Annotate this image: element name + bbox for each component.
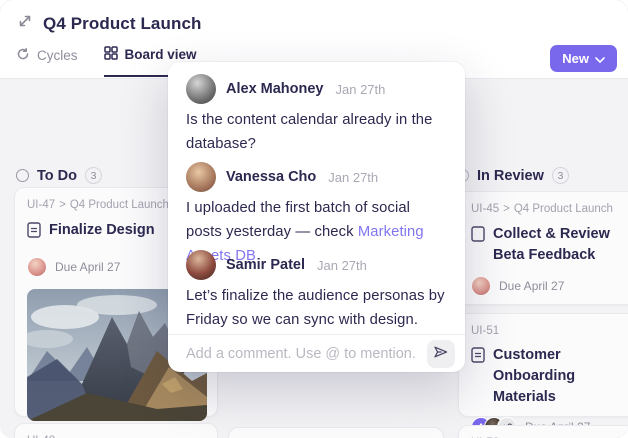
card-project: Q4 Product Launch <box>513 203 613 215</box>
comment-author: Vanessa Cho <box>226 169 317 185</box>
tab-label: Cycles <box>37 48 78 63</box>
comment-date: Jan 27th <box>317 257 367 273</box>
document-icon <box>471 347 485 408</box>
board-grid-icon <box>103 46 118 63</box>
breadcrumb: UI-45 > Q4 Product Launch <box>471 203 627 215</box>
page-title: Q4 Product Launch <box>43 13 202 33</box>
comment-body: Is the content calendar already in the d… <box>186 112 433 152</box>
chevron-down-icon <box>595 51 605 66</box>
cycles-icon <box>16 47 30 64</box>
document-icon <box>27 222 41 245</box>
comment-author: Samir Patel <box>226 257 305 273</box>
due-date: Due April 27 <box>55 260 121 274</box>
comment-date: Jan 27th <box>328 169 379 185</box>
app-window: To Do 3 UI-47 > Q4 Product Launch Finalize… <box>0 0 628 438</box>
column-title: In Review <box>477 167 544 184</box>
document-icon <box>471 226 485 266</box>
card-collect-review-beta[interactable]: UI-45 > Q4 Product Launch Collect & Review… <box>458 191 628 305</box>
column-title: To Do <box>37 167 77 184</box>
avatar <box>186 162 216 192</box>
column-count-badge: 3 <box>85 167 102 184</box>
card-title: Collect & Review Beta Feedback <box>493 226 610 263</box>
comment-date: Jan 27th <box>335 81 386 97</box>
card-id: UI-47 <box>27 199 56 211</box>
column-header-todo: To Do 3 <box>16 167 102 184</box>
card-project: Q4 Product Launch <box>69 199 169 211</box>
card-press-release[interactable]: Finalize Press Release & Media Kit for L… <box>228 427 444 438</box>
column-header-in-review: In Review 3 <box>456 167 569 184</box>
card-title: Finalize Design <box>49 222 155 238</box>
due-date: Due April 27 <box>499 279 565 293</box>
send-icon <box>433 345 449 362</box>
send-comment-button[interactable] <box>427 339 455 368</box>
comment-input-row <box>168 334 465 372</box>
comment-input[interactable] <box>186 345 419 362</box>
tab-cycles[interactable]: Cycles <box>16 46 78 77</box>
card-prep-training[interactable]: UI-48 Prep Training A +2 Due April 27 <box>14 423 218 438</box>
new-button[interactable]: New <box>550 45 617 72</box>
tab-label: Board view <box>124 47 197 62</box>
new-button-label: New <box>562 51 589 66</box>
card-partnership-outreach[interactable]: UI-52 Partnership Outreach Em Due April … <box>458 425 628 438</box>
breadcrumb-separator: > <box>59 199 66 211</box>
avatar <box>186 250 216 280</box>
card-customer-onboarding[interactable]: UI-51 Customer Onboarding Materials A +2… <box>458 313 628 437</box>
assignee-avatar <box>27 257 47 277</box>
todo-status-circle-icon <box>16 169 29 182</box>
comment-author: Alex Mahoney <box>226 81 324 97</box>
comments-popup: Alex Mahoney Jan 27th Is the content cal… <box>168 62 465 372</box>
comment-body: Let’s finalize the audience personas by … <box>186 288 445 328</box>
column-count-badge: 3 <box>551 167 569 184</box>
assignee-avatar <box>471 276 491 296</box>
card-id: UI-45 <box>471 203 500 215</box>
breadcrumb-separator: > <box>503 203 510 215</box>
expand-diagonal-arrow-icon[interactable] <box>17 13 33 34</box>
avatar <box>186 74 216 104</box>
card-id: UI-51 <box>471 325 500 337</box>
card-title: Customer Onboarding Materials <box>493 347 576 405</box>
